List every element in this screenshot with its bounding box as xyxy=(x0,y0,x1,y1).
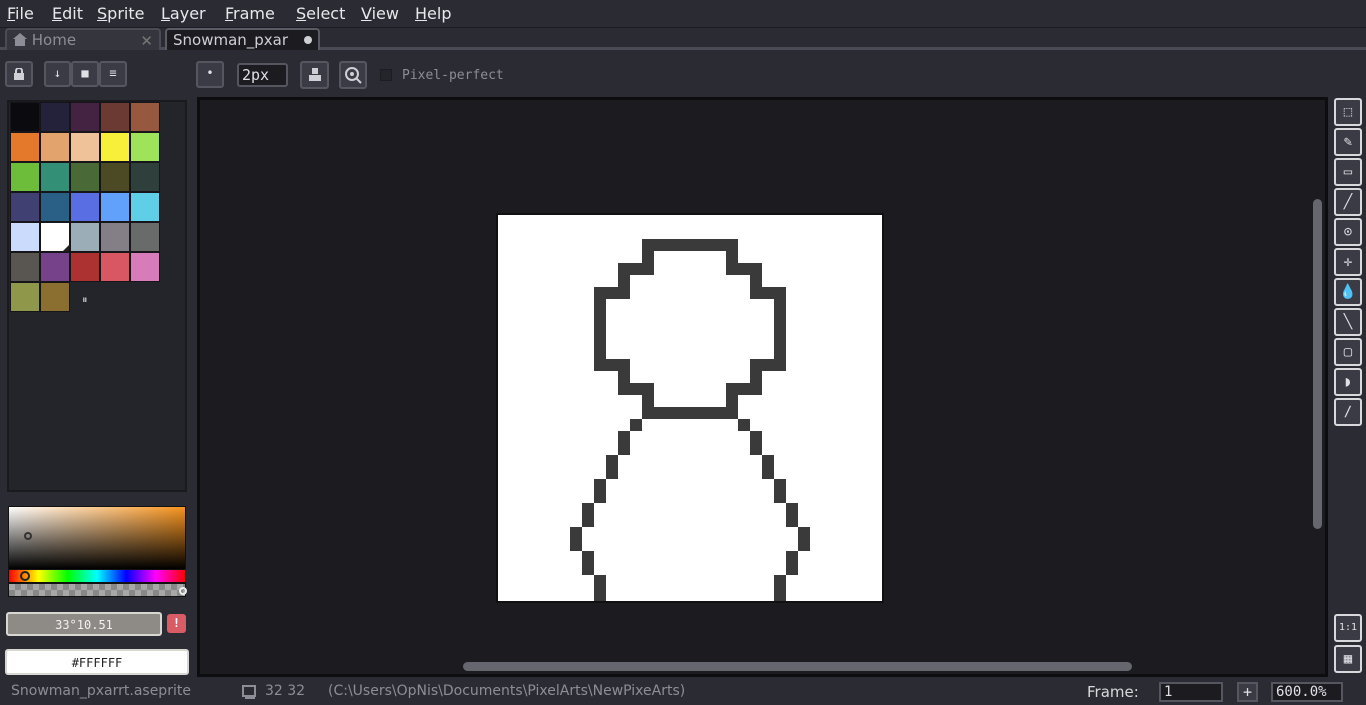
menu-edit[interactable]: Edit xyxy=(52,4,83,23)
palette-swatch[interactable] xyxy=(40,282,70,312)
target-icon xyxy=(345,67,362,84)
pixel-perfect-checkbox[interactable] xyxy=(380,69,392,81)
timeline-button[interactable]: ▦ xyxy=(1334,645,1362,673)
palette-swatch[interactable] xyxy=(70,222,100,252)
menu-file[interactable]: File xyxy=(7,4,34,23)
palette-swatch[interactable] xyxy=(130,162,160,192)
palette-swatch[interactable] xyxy=(10,252,40,282)
status-path: (C:\Users\OpNis\Documents\PixelArts\NewP… xyxy=(328,683,686,699)
palette-swatch[interactable] xyxy=(130,192,160,222)
layer-menu-button[interactable]: ≡ xyxy=(99,61,127,87)
lock-icon xyxy=(14,67,24,80)
eyedropper-tool[interactable]: ╱ xyxy=(1334,188,1362,216)
color-warning-button[interactable]: ! xyxy=(167,614,186,633)
brush-type-button[interactable]: • xyxy=(196,61,224,88)
tab-home[interactable]: Home ✕ xyxy=(5,28,161,50)
palette-swatch[interactable] xyxy=(100,132,130,162)
pencil-tool[interactable]: ✎ xyxy=(1334,128,1362,156)
canvas-size-icon xyxy=(242,685,256,699)
brush-size-field[interactable]: 2px xyxy=(237,63,288,87)
menu-bar: File Edit Sprite Layer Frame Select View… xyxy=(0,0,1366,28)
color-spectrum[interactable] xyxy=(8,506,186,570)
palette-swatch[interactable] xyxy=(10,132,40,162)
status-filename: Snowman_pxarrt.aseprite xyxy=(11,683,191,699)
hue-cursor[interactable] xyxy=(20,571,30,581)
palette-swatch[interactable] xyxy=(40,192,70,222)
unsaved-dot-icon xyxy=(304,36,312,44)
new-layer-button[interactable]: ■ xyxy=(71,61,99,87)
palette-swatch[interactable] xyxy=(10,222,40,252)
palette-swatch[interactable] xyxy=(10,282,40,312)
tab-document-label: Snowman_pxar xyxy=(173,31,289,49)
palette-swatch[interactable] xyxy=(100,102,130,132)
fill-tool[interactable]: 💧 xyxy=(1334,278,1362,306)
menu-help[interactable]: Help xyxy=(415,4,451,23)
status-dimensions: 32 32 xyxy=(265,683,306,699)
add-frame-button[interactable]: + xyxy=(1237,682,1258,702)
tab-bar: Home ✕ Snowman_pxar xyxy=(0,28,1366,50)
palette-swatch[interactable] xyxy=(10,162,40,192)
alpha-cursor[interactable] xyxy=(179,587,187,595)
palette-swatch[interactable] xyxy=(130,252,160,282)
rectangle-tool[interactable]: ▢ xyxy=(1334,338,1362,366)
palette-swatch[interactable] xyxy=(70,252,100,282)
marquee-tool[interactable]: ⬚ xyxy=(1334,98,1362,126)
palette-swatch[interactable] xyxy=(70,162,100,192)
palette-swatch[interactable] xyxy=(40,102,70,132)
pixel-perfect-toggle[interactable]: Pixel-perfect xyxy=(380,68,504,83)
menu-frame[interactable]: Frame xyxy=(225,4,275,23)
menu-sprite[interactable]: Sprite xyxy=(97,4,144,23)
spray-tool[interactable]: ∕ xyxy=(1334,398,1362,426)
hue-slider[interactable] xyxy=(8,569,186,583)
hsv-value-field[interactable]: 33°10.51 xyxy=(6,612,162,636)
eraser-tool[interactable]: ▭ xyxy=(1334,158,1362,186)
pixel-perfect-label: Pixel-perfect xyxy=(402,68,504,83)
frame-label: Frame: xyxy=(1087,683,1139,701)
zoom-input[interactable]: 600.0% xyxy=(1271,682,1343,702)
spectrum-cursor[interactable] xyxy=(24,532,32,540)
palette-swatch[interactable] xyxy=(130,222,160,252)
line-tool[interactable]: ╲ xyxy=(1334,308,1362,336)
vertical-scrollbar[interactable] xyxy=(1313,199,1322,529)
palette-swatch[interactable] xyxy=(10,192,40,222)
menu-view[interactable]: View xyxy=(361,4,399,23)
ink-button[interactable] xyxy=(300,61,329,89)
palette-swatch[interactable] xyxy=(70,132,100,162)
blur-tool[interactable]: ◗ xyxy=(1334,368,1362,396)
pause-icon[interactable]: ⏸ xyxy=(82,293,88,307)
hex-color-field[interactable]: #FFFFFF xyxy=(5,649,189,675)
palette-swatch[interactable] xyxy=(100,192,130,222)
palette-swatch[interactable] xyxy=(130,132,160,162)
menu-layer[interactable]: Layer xyxy=(161,4,206,23)
horizontal-scrollbar[interactable] xyxy=(463,662,1132,671)
menu-select[interactable]: Select xyxy=(296,4,345,23)
move-down-button[interactable]: ↓ xyxy=(44,61,71,87)
palette-swatch[interactable] xyxy=(100,162,130,192)
palette-swatch[interactable] xyxy=(40,222,70,252)
lock-button[interactable] xyxy=(5,61,33,87)
snowman-drawing xyxy=(570,239,810,601)
palette-swatch[interactable] xyxy=(10,102,40,132)
palette-swatch[interactable] xyxy=(40,132,70,162)
tab-document[interactable]: Snowman_pxar xyxy=(165,28,320,50)
alpha-slider[interactable] xyxy=(8,583,186,597)
tab-home-label: Home xyxy=(31,31,77,49)
palette-swatch[interactable] xyxy=(130,102,160,132)
sampling-button[interactable] xyxy=(339,61,367,89)
home-icon xyxy=(13,33,27,46)
palette-swatch[interactable] xyxy=(40,252,70,282)
sprite-canvas[interactable] xyxy=(496,213,884,603)
palette-swatch[interactable] xyxy=(100,252,130,282)
frame-input[interactable]: 1 xyxy=(1159,682,1223,702)
palette-swatch[interactable] xyxy=(100,222,130,252)
palette-swatch[interactable] xyxy=(40,162,70,192)
palette-swatch[interactable] xyxy=(70,192,100,222)
close-icon[interactable]: ✕ xyxy=(140,32,153,50)
zoom-tool[interactable]: ⊙ xyxy=(1334,218,1362,246)
palette-swatch[interactable] xyxy=(70,102,100,132)
actual-size-button[interactable]: 1:1 xyxy=(1334,614,1362,642)
ink-icon xyxy=(308,68,321,81)
move-tool[interactable]: ✛ xyxy=(1334,248,1362,276)
